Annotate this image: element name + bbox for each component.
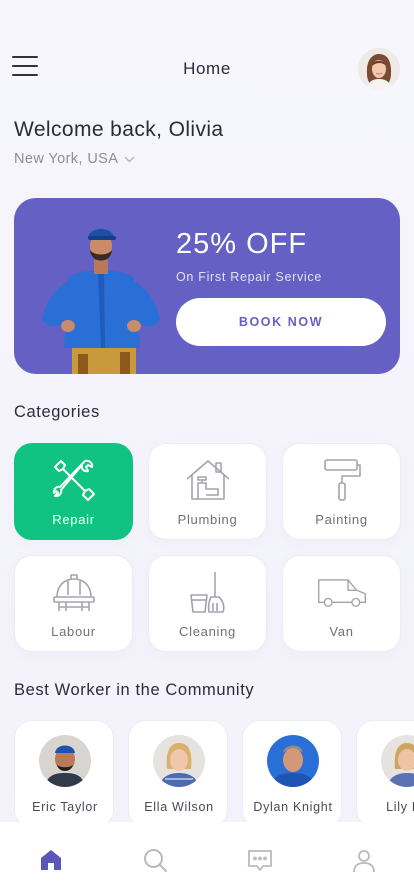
page-title: Home <box>183 59 231 78</box>
house-pipe-icon <box>183 456 233 504</box>
workers-carousel[interactable]: Eric Taylor Ella Wilson Dylan Knight Lil… <box>14 720 414 830</box>
category-plumbing[interactable]: Plumbing <box>148 443 267 540</box>
profile-icon[interactable] <box>350 846 378 874</box>
promo-subtitle: On First Repair Service <box>176 270 322 284</box>
worker-card[interactable]: Ella Wilson <box>128 720 228 828</box>
search-icon[interactable] <box>141 846 169 874</box>
worker-illustration <box>42 229 160 374</box>
worker-avatar <box>153 735 205 787</box>
worker-avatar <box>267 735 319 787</box>
promo-banner: 25% OFF On First Repair Service BOOK NOW <box>14 198 400 374</box>
bottom-navigation <box>0 822 414 896</box>
category-label: Cleaning <box>179 624 236 639</box>
category-label: Labour <box>51 624 96 639</box>
category-painting[interactable]: Painting <box>282 443 401 540</box>
wrench-screwdriver-icon <box>49 456 99 504</box>
worker-name: Dylan Knight <box>253 800 333 814</box>
home-icon[interactable] <box>37 846 65 874</box>
broom-bucket-icon <box>183 568 233 616</box>
worker-name: Lily Ev <box>386 800 414 814</box>
category-repair[interactable]: Repair <box>14 443 133 540</box>
chevron-down-icon <box>124 156 135 162</box>
workers-title: Best Worker in the Community <box>14 681 255 699</box>
category-cleaning[interactable]: Cleaning <box>148 555 267 652</box>
category-labour[interactable]: Labour <box>14 555 133 652</box>
chat-icon[interactable] <box>246 846 274 874</box>
categories-grid: Repair Plumbing Painting Labour Cleaning… <box>14 443 401 652</box>
user-avatar[interactable] <box>358 48 400 90</box>
worker-card[interactable]: Lily Ev <box>356 720 414 828</box>
category-van[interactable]: Van <box>282 555 401 652</box>
promo-title: 25% OFF <box>176 228 308 260</box>
hard-hat-icon <box>49 568 99 616</box>
worker-avatar <box>381 735 414 787</box>
category-label: Painting <box>315 512 368 527</box>
category-label: Plumbing <box>177 512 238 527</box>
book-now-button[interactable]: BOOK NOW <box>176 298 386 346</box>
worker-card[interactable]: Dylan Knight <box>242 720 342 828</box>
category-label: Van <box>329 624 354 639</box>
categories-title: Categories <box>14 403 100 421</box>
worker-avatar <box>39 735 91 787</box>
worker-name: Eric Taylor <box>32 800 98 814</box>
worker-name: Ella Wilson <box>144 800 214 814</box>
paint-roller-icon <box>317 456 367 504</box>
category-label: Repair <box>52 512 95 527</box>
location-selector[interactable]: New York, USA <box>14 151 135 167</box>
app-header: Home <box>0 46 414 94</box>
van-icon <box>317 568 367 616</box>
worker-card[interactable]: Eric Taylor <box>14 720 114 828</box>
location-label: New York, USA <box>14 151 119 167</box>
welcome-greeting: Welcome back, Olivia <box>14 118 224 141</box>
